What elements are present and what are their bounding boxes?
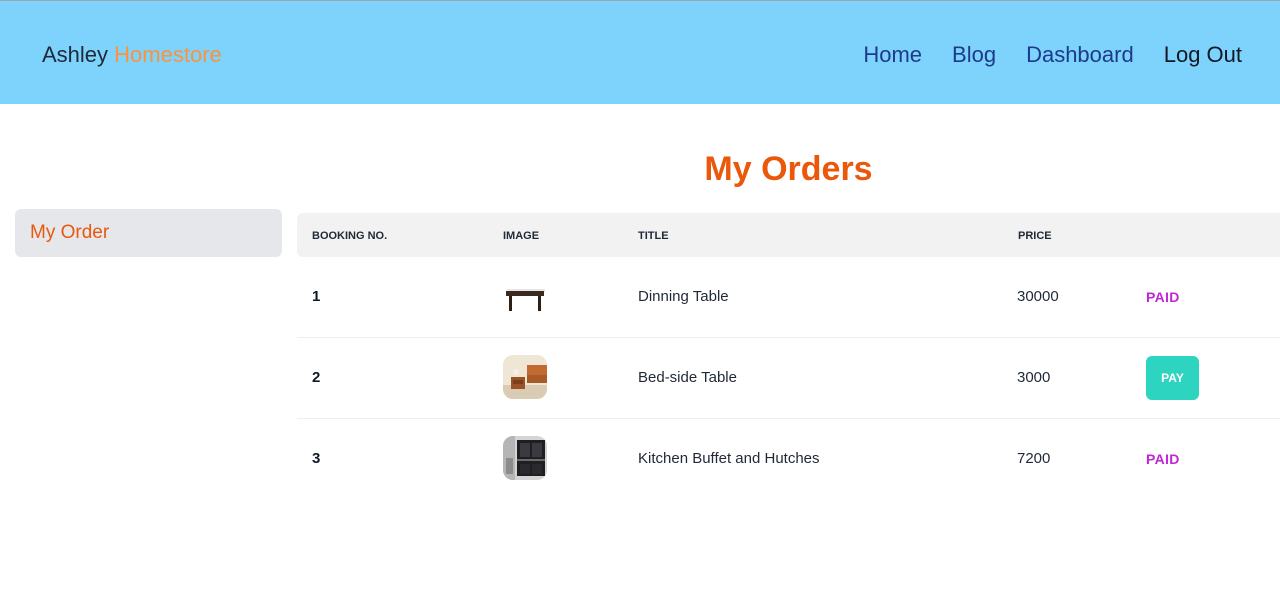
orders-table: BOOKING NO. IMAGE TITLE PRICE 1 Dinning … bbox=[297, 213, 1280, 500]
kitchen-buffet-thumbnail-icon bbox=[503, 436, 547, 480]
brand-name-second: Homestore bbox=[114, 42, 222, 67]
nav-link-logout[interactable]: Log Out bbox=[1164, 41, 1242, 69]
booking-number: 1 bbox=[312, 288, 321, 305]
order-price: 7200 bbox=[1017, 450, 1051, 467]
table-row: 2 Bed-side Table 3000 PAY bbox=[297, 338, 1280, 419]
brand-logo[interactable]: Ashley Homestore bbox=[42, 41, 222, 69]
nav-menu: Home Blog Dashboard Log Out bbox=[863, 41, 1242, 69]
status-badge-paid: PAID bbox=[1146, 451, 1180, 467]
brand-name-first: Ashley bbox=[42, 42, 109, 67]
nav-link-home[interactable]: Home bbox=[863, 41, 922, 69]
status-badge-paid: PAID bbox=[1146, 289, 1180, 305]
order-price: 3000 bbox=[1017, 369, 1051, 386]
top-navbar: Ashley Homestore Home Blog Dashboard Log… bbox=[0, 0, 1280, 104]
dining-table-thumbnail-icon bbox=[503, 274, 547, 318]
table-row: 1 Dinning Table 30000 PAID bbox=[297, 257, 1280, 338]
table-row: 3 Kitchen Buffet and Hutches 7200 PAID bbox=[297, 419, 1280, 500]
header-price: PRICE bbox=[1018, 230, 1052, 242]
bedside-table-thumbnail-icon bbox=[503, 355, 547, 399]
sidebar-item-label: My Order bbox=[30, 222, 110, 243]
booking-number: 2 bbox=[312, 369, 321, 386]
order-price: 30000 bbox=[1017, 288, 1059, 305]
nav-link-dashboard[interactable]: Dashboard bbox=[1026, 41, 1134, 69]
nav-link-blog[interactable]: Blog bbox=[952, 41, 996, 69]
order-title: Kitchen Buffet and Hutches bbox=[638, 450, 820, 467]
page-title: My Orders bbox=[704, 150, 873, 188]
order-title: Dinning Table bbox=[638, 288, 729, 305]
sidebar-item-my-order[interactable]: My Order bbox=[15, 209, 282, 257]
table-header: BOOKING NO. IMAGE TITLE PRICE bbox=[297, 213, 1280, 257]
header-title: TITLE bbox=[638, 230, 669, 242]
header-booking-no: BOOKING NO. bbox=[312, 230, 388, 242]
pay-button[interactable]: PAY bbox=[1146, 356, 1199, 400]
header-image: IMAGE bbox=[503, 230, 540, 242]
order-title: Bed-side Table bbox=[638, 369, 737, 386]
booking-number: 3 bbox=[312, 450, 321, 467]
